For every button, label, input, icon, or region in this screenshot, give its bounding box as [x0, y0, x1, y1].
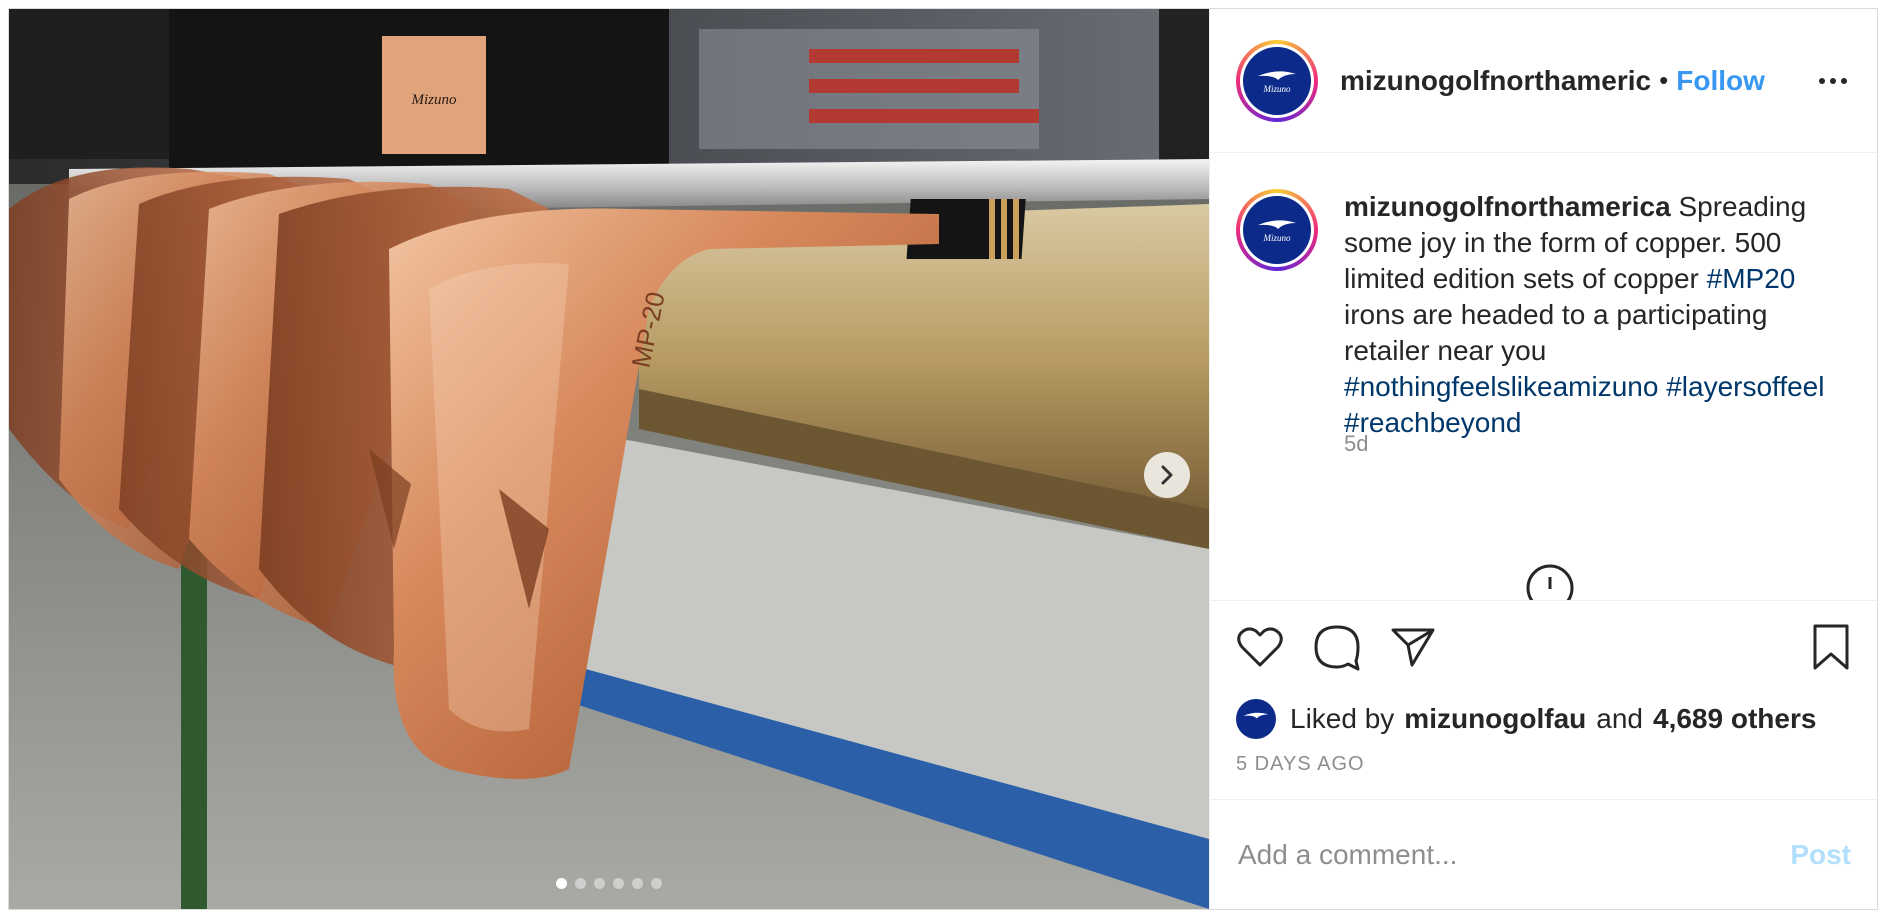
- author-avatar[interactable]: Mizuno: [1236, 39, 1318, 122]
- caption-text: mizunogolfnorthamerica Spreading some jo…: [1344, 189, 1844, 441]
- hashtag-layersoffeel[interactable]: #layersoffeel: [1666, 371, 1824, 402]
- header-username[interactable]: mizunogolfnorthameric: [1340, 65, 1651, 97]
- carousel-dot: [594, 878, 605, 889]
- caption-username[interactable]: mizunogolfnorthamerica: [1344, 191, 1671, 222]
- liker-username[interactable]: mizunogolfau: [1404, 703, 1586, 735]
- like-button[interactable]: [1236, 625, 1284, 669]
- follow-button[interactable]: Follow: [1676, 65, 1765, 97]
- separator-dot: •: [1659, 65, 1669, 95]
- copper-irons-photo: Mizuno MP-20: [9, 9, 1209, 909]
- carousel-dot: [613, 878, 624, 889]
- carousel-dot: [575, 878, 586, 889]
- carousel-dot: [632, 878, 643, 889]
- box-logo-text: Mizuno: [411, 92, 458, 108]
- svg-text:Mizuno: Mizuno: [1263, 233, 1292, 243]
- post-media[interactable]: Mizuno MP-20: [9, 9, 1209, 909]
- likes-summary: Liked by mizunogolfau and 4,689 others: [1210, 693, 1877, 745]
- hashtag-nothingfeelslikeamizuno[interactable]: #nothingfeelslikeamizuno: [1344, 371, 1658, 402]
- mizuno-logo-icon: Mizuno: [1258, 220, 1296, 243]
- likes-count[interactable]: 4,689 others: [1653, 703, 1816, 735]
- caption-body-2: irons are headed to a participating reta…: [1344, 299, 1768, 366]
- instagram-post: Mizuno MP-20 Mizuno mizunogolfnorthameri…: [8, 8, 1878, 910]
- comment-button[interactable]: [1312, 623, 1362, 671]
- post-side-panel: Mizuno mizunogolfnorthameric • Follow Mi…: [1209, 9, 1877, 909]
- caption-section: Mizuno mizunogolfnorthamerica Spreading …: [1210, 153, 1877, 601]
- caption-age: 5d: [1344, 431, 1369, 456]
- carousel-dot: [651, 878, 662, 889]
- next-image-button[interactable]: [1144, 452, 1190, 498]
- save-button[interactable]: [1811, 622, 1851, 672]
- hashtag-reachbeyond[interactable]: #reachbeyond: [1344, 407, 1521, 438]
- mizuno-logo-icon: [1243, 712, 1269, 719]
- caption: Mizuno mizunogolfnorthamerica Spreading …: [1236, 189, 1844, 441]
- post-comment-button[interactable]: Post: [1790, 839, 1851, 871]
- chevron-right-icon: [1161, 465, 1173, 485]
- likes-conjunction: and: [1596, 703, 1643, 734]
- action-bar: [1210, 601, 1877, 693]
- share-button[interactable]: [1390, 625, 1436, 669]
- bookmark-icon: [1813, 624, 1849, 670]
- carousel-dot: [556, 878, 567, 889]
- svg-text:Mizuno: Mizuno: [1263, 84, 1292, 94]
- caption-author-avatar[interactable]: Mizuno: [1236, 189, 1318, 271]
- likes-prefix: Liked by: [1290, 703, 1395, 734]
- liker-avatar[interactable]: [1236, 699, 1276, 739]
- comment-input[interactable]: [1236, 837, 1791, 872]
- more-options-button[interactable]: [1811, 70, 1855, 92]
- reply-icon[interactable]: [1525, 563, 1575, 601]
- heart-icon: [1237, 627, 1283, 667]
- comment-icon: [1314, 625, 1360, 671]
- share-icon: [1391, 628, 1435, 667]
- more-icon: [1819, 77, 1825, 84]
- post-header: Mizuno mizunogolfnorthameric • Follow: [1210, 9, 1877, 153]
- post-timestamp: 5 DAYS AGO: [1236, 753, 1365, 775]
- hashtag-mp20[interactable]: #MP20: [1707, 263, 1796, 294]
- carousel-indicator: [9, 878, 1209, 889]
- mizuno-logo-icon: Mizuno: [1258, 70, 1296, 94]
- comment-form: Post: [1210, 799, 1877, 909]
